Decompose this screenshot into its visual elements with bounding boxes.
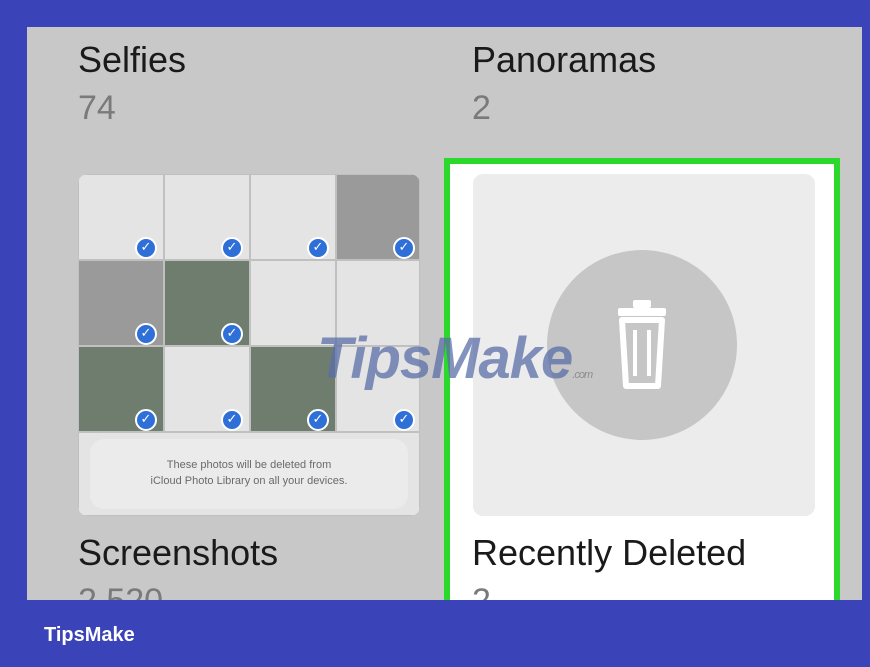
checkmark-icon: ✓ bbox=[307, 237, 329, 259]
watermark-suffix: .com bbox=[572, 369, 593, 381]
footer-bar: TipsMake bbox=[0, 600, 870, 667]
deletion-notice: These photos will be deleted from iCloud… bbox=[90, 439, 408, 509]
album-title-recently-deleted[interactable]: Recently Deleted bbox=[472, 532, 746, 574]
album-title-selfies[interactable]: Selfies bbox=[78, 39, 186, 81]
watermark-main: TipsMake bbox=[317, 326, 573, 391]
deletion-notice-line2: iCloud Photo Library on all your devices… bbox=[150, 475, 348, 487]
album-count-screenshots: 2,520 bbox=[78, 582, 163, 600]
album-count-selfies: 74 bbox=[78, 89, 116, 127]
checkmark-icon: ✓ bbox=[135, 237, 157, 259]
checkmark-icon: ✓ bbox=[135, 409, 157, 431]
album-count-recently-deleted: 2 bbox=[472, 582, 491, 600]
checkmark-icon: ✓ bbox=[307, 409, 329, 431]
footer-brand: TipsMake bbox=[44, 624, 135, 646]
checkmark-icon: ✓ bbox=[221, 409, 243, 431]
checkmark-icon: ✓ bbox=[221, 323, 243, 345]
checkmark-icon: ✓ bbox=[393, 237, 415, 259]
album-title-panoramas[interactable]: Panoramas bbox=[472, 39, 656, 81]
album-count-panoramas: 2 bbox=[472, 89, 491, 127]
checkmark-icon: ✓ bbox=[221, 237, 243, 259]
checkmark-icon: ✓ bbox=[135, 323, 157, 345]
tipsmake-watermark: TipsMake.com bbox=[317, 325, 593, 392]
photos-albums-screen: Selfies 74 Panoramas 2 ✓ ✓ ✓ ✓ ✓ ✓ ✓ ✓ ✓… bbox=[27, 27, 862, 600]
checkmark-icon: ✓ bbox=[393, 409, 415, 431]
deletion-notice-line1: These photos will be deleted from bbox=[166, 459, 332, 471]
album-title-screenshots[interactable]: Screenshots bbox=[78, 532, 278, 574]
